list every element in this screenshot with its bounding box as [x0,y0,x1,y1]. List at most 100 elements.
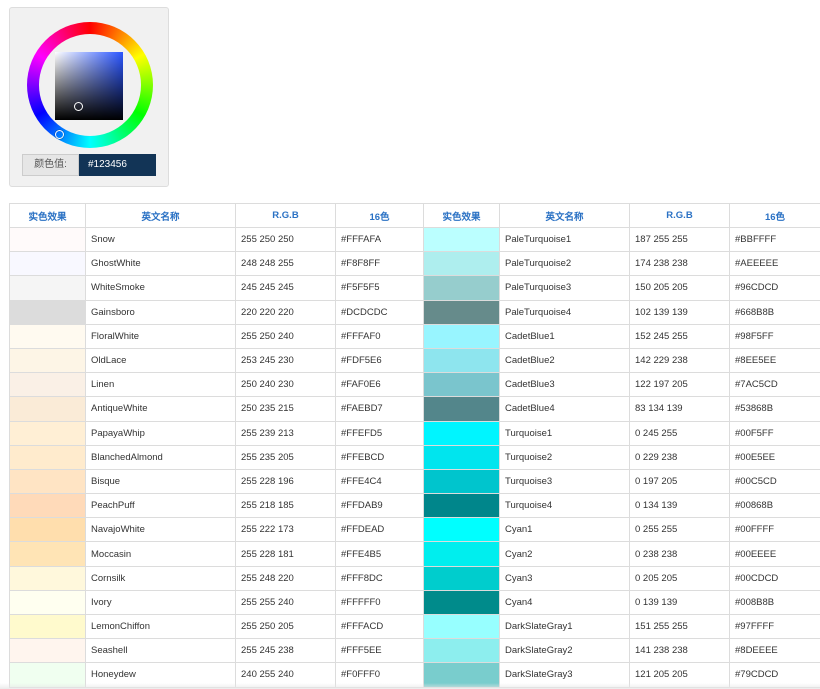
rgb-cell: 0 255 255 [629,517,730,543]
color-name-cell: Bisque [85,468,236,495]
hex-cell: #00F5FF [729,420,820,446]
hex-cell: #FAEBD7 [335,396,424,422]
table-row: PeachPuff 255 218 185 #FFDAB9 Turquoise4 0 1… [9,493,820,519]
header-rgb-right: R.G.B [629,203,730,228]
rgb-cell: 255 228 196 [235,468,336,495]
rgb-cell: 255 228 181 [235,541,336,567]
color-name-cell: Snow [85,226,236,253]
hue-handle[interactable] [55,130,64,139]
table-row: LemonChiffon 255 250 205 #FFFACD DarkSlateG… [9,613,820,640]
color-name-cell: Cyan4 [499,589,630,616]
saturation-value-handle[interactable] [74,102,83,111]
rgb-cell: 255 245 238 [235,638,336,664]
color-name-cell: DarkSlateGray1 [499,613,630,640]
color-swatch [9,638,86,664]
table-row: Seashell 255 245 238 #FFF5EE DarkSlateGray2… [9,638,820,664]
color-name-cell: BlanchedAlmond [85,444,236,470]
color-swatch [423,251,500,277]
color-swatch [423,396,500,422]
header-rgb-left: R.G.B [235,203,336,228]
saturation-value-square[interactable] [55,52,123,120]
color-swatch [423,226,500,253]
rgb-cell: 151 255 255 [629,613,730,640]
table-header-row: 实色效果 英文名称 R.G.B 16色 实色效果 英文名称 R.G.B 16色 [9,203,820,228]
color-swatch [9,541,86,567]
color-name-cell: DarkSlateGray2 [499,638,630,664]
color-swatch [423,493,500,519]
hex-cell: #53868B [729,396,820,422]
color-name-cell: Cyan3 [499,565,630,591]
color-name-cell: PaleTurquoise4 [499,299,630,325]
hex-cell: #F8F8FF [335,251,424,277]
color-name-cell: Ivory [85,589,236,616]
header-hex-left: 16色 [335,203,424,228]
rgb-cell: 142 229 238 [629,347,730,374]
rgb-cell: 255 250 250 [235,226,336,253]
rgb-cell: 250 240 230 [235,372,336,398]
hex-cell: #98F5FF [729,323,820,349]
color-table: 实色效果 英文名称 R.G.B 16色 实色效果 英文名称 R.G.B 16色 … [9,203,820,688]
rgb-cell: 0 229 238 [629,444,730,470]
color-swatch [9,347,86,374]
table-row: FloralWhite 255 250 240 #FFFAF0 CadetBlue1 1… [9,323,820,349]
hex-cell: #97FFFF [729,613,820,640]
header-hex-right: 16色 [729,203,820,228]
table-row: GhostWhite 248 248 255 #F8F8FF PaleTurquois… [9,251,820,277]
color-swatch [9,613,86,640]
color-swatch [423,468,500,495]
color-name-cell: PaleTurquoise3 [499,275,630,301]
header-swatch-right: 实色效果 [423,203,500,228]
color-value-field[interactable]: #123456 [79,154,156,176]
color-name-cell: Turquoise3 [499,468,630,495]
rgb-cell: 245 245 245 [235,275,336,301]
color-swatch [9,493,86,519]
table-row: PapayaWhip 255 239 213 #FFEFD5 Turquoise1 0 … [9,420,820,446]
color-swatch [9,275,86,301]
table-row: AntiqueWhite 250 235 215 #FAEBD7 CadetBlue4… [9,396,820,422]
hex-cell: #FFDEAD [335,517,424,543]
color-name-cell: Seashell [85,638,236,664]
color-swatch [9,444,86,470]
color-swatch [9,517,86,543]
color-value-label: 颜色值: [22,154,79,176]
color-name-cell: Cornsilk [85,565,236,591]
color-name-cell: Gainsboro [85,299,236,325]
color-name-cell: AntiqueWhite [85,396,236,422]
color-swatch [9,589,86,616]
color-swatch [9,251,86,277]
hex-cell: #00E5EE [729,444,820,470]
table-row: OldLace 253 245 230 #FDF5E6 CadetBlue2 142 2… [9,347,820,374]
table-row: Linen 250 240 230 #FAF0E6 CadetBlue3 122 197… [9,372,820,398]
rgb-cell: 253 245 230 [235,347,336,374]
color-name-cell: FloralWhite [85,323,236,349]
hex-cell: #7AC5CD [729,372,820,398]
color-name-cell: WhiteSmoke [85,275,236,301]
color-swatch [423,299,500,325]
rgb-cell: 255 222 173 [235,517,336,543]
hex-cell: #AEEEEE [729,251,820,277]
color-name-cell: PaleTurquoise2 [499,251,630,277]
color-name-cell: Linen [85,372,236,398]
rgb-cell: 0 134 139 [629,493,730,519]
rgb-cell: 0 139 139 [629,589,730,616]
hex-cell: #FFEFD5 [335,420,424,446]
color-name-cell: PaleTurquoise1 [499,226,630,253]
color-name-cell: Turquoise4 [499,493,630,519]
hex-cell: #FFFACD [335,613,424,640]
color-swatch [9,565,86,591]
table-row: WhiteSmoke 245 245 245 #F5F5F5 PaleTurquois… [9,275,820,301]
hex-cell: #F5F5F5 [335,275,424,301]
color-name-cell: OldLace [85,347,236,374]
color-swatch [423,638,500,664]
rgb-cell: 255 248 220 [235,565,336,591]
hex-cell: #FFDAB9 [335,493,424,519]
color-name-cell: LemonChiffon [85,613,236,640]
rgb-cell: 141 238 238 [629,638,730,664]
hex-cell: #FFE4C4 [335,468,424,495]
rgb-cell: 248 248 255 [235,251,336,277]
color-swatch [423,420,500,446]
hex-cell: #FDF5E6 [335,347,424,374]
header-name-left: 英文名称 [85,203,236,228]
color-swatch [423,444,500,470]
rgb-cell: 122 197 205 [629,372,730,398]
